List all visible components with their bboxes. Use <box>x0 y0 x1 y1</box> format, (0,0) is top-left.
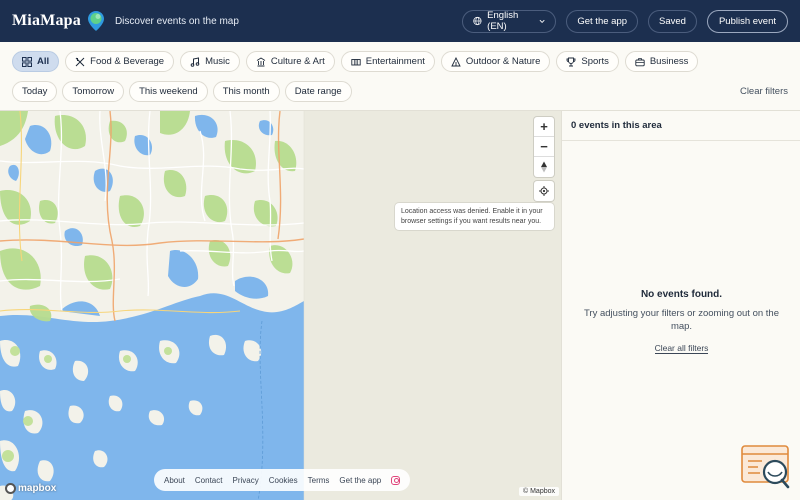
trophy-icon <box>566 57 576 66</box>
category-business[interactable]: Business <box>624 51 699 72</box>
events-panel: 0 events in this area No events found. T… <box>561 110 800 500</box>
saved-button[interactable]: Saved <box>648 9 697 33</box>
category-all[interactable]: All <box>12 51 60 72</box>
language-selector[interactable]: English (EN) <box>462 9 557 33</box>
grid-icon <box>22 56 32 67</box>
compass-icon <box>541 161 547 173</box>
footer-link-cookies[interactable]: Cookies <box>269 476 298 485</box>
tagline: Discover events on the map <box>114 15 239 27</box>
category-label: Business <box>649 56 689 67</box>
category-label: Culture & Art <box>270 56 325 67</box>
events-count-title: 0 events in this area <box>562 111 800 141</box>
zoom-out-button[interactable]: − <box>534 137 554 157</box>
mapbox-logo-icon <box>5 483 16 494</box>
empty-state-title: No events found. <box>640 289 723 300</box>
publish-event-button[interactable]: Publish event <box>706 9 788 33</box>
clear-filters-link[interactable]: Clear filters <box>740 86 788 97</box>
map-zoom-controls: + − <box>534 117 554 177</box>
category-label: All <box>37 56 50 67</box>
ticket-icon <box>351 58 361 65</box>
museum-icon <box>256 56 266 66</box>
date-range[interactable]: Date range <box>284 81 352 102</box>
category-label: Food & Beverage <box>90 56 165 67</box>
utensils-icon <box>75 57 85 66</box>
language-label: English (EN) <box>487 10 519 32</box>
category-culture-art[interactable]: Culture & Art <box>245 51 335 72</box>
footer-link-terms[interactable]: Terms <box>308 476 330 485</box>
zoom-in-button[interactable]: + <box>534 117 554 137</box>
location-denied-notice: Location access was denied. Enable it in… <box>395 203 554 230</box>
instagram-icon[interactable] <box>391 475 401 485</box>
chevron-down-icon <box>539 19 545 23</box>
footer-link-about[interactable]: About <box>164 476 185 485</box>
top-bar: MiaMapa Discover events on the map Engli… <box>0 0 800 42</box>
mapbox-logo-text: mapbox <box>18 483 57 494</box>
category-food-beverage[interactable]: Food & Beverage <box>65 51 175 72</box>
music-note-icon <box>190 56 200 67</box>
get-app-button[interactable]: Get the app <box>566 9 639 33</box>
date-this-month[interactable]: This month <box>212 81 280 102</box>
globe-icon <box>473 16 482 26</box>
map-tiles <box>0 111 561 500</box>
category-entertainment[interactable]: Entertainment <box>340 51 435 72</box>
category-label: Outdoor & Nature <box>465 56 541 67</box>
empty-state-description: Try adjusting your filters or zooming ou… <box>583 308 780 332</box>
geolocate-button[interactable] <box>534 181 554 201</box>
footer-link-get-app[interactable]: Get the app <box>339 476 381 485</box>
mapbox-logo[interactable]: mapbox <box>5 483 56 494</box>
crosshair-icon <box>539 186 549 196</box>
category-music[interactable]: Music <box>180 51 240 72</box>
logo-text[interactable]: MiaMapa <box>12 12 81 30</box>
clear-all-filters-link[interactable]: Clear all filters <box>654 343 709 354</box>
date-filter-bar: Today Tomorrow This weekend This month D… <box>12 81 788 102</box>
date-today[interactable]: Today <box>12 81 58 102</box>
date-this-weekend[interactable]: This weekend <box>129 81 208 102</box>
category-label: Sports <box>581 56 609 67</box>
footer-link-privacy[interactable]: Privacy <box>232 476 258 485</box>
map-attribution[interactable]: © Mapbox <box>519 487 560 496</box>
category-label: Entertainment <box>365 56 425 67</box>
map-pin-logo-icon <box>87 10 105 32</box>
category-label: Music <box>205 56 230 67</box>
footer-links: About Contact Privacy Cookies Terms Get … <box>154 469 411 491</box>
category-outdoor-nature[interactable]: Outdoor & Nature <box>440 51 551 72</box>
map-canvas[interactable]: + − Location access was denied. Enable i… <box>0 110 561 500</box>
tent-icon <box>451 56 461 66</box>
chat-support-widget-icon[interactable] <box>741 445 791 490</box>
category-filter-bar: All Food & Beverage Music Culture & Art … <box>12 51 699 72</box>
reset-north-button[interactable] <box>534 157 554 177</box>
date-tomorrow[interactable]: Tomorrow <box>62 81 125 102</box>
footer-link-contact[interactable]: Contact <box>195 476 223 485</box>
briefcase-icon <box>635 57 645 66</box>
category-sports[interactable]: Sports <box>556 51 619 72</box>
